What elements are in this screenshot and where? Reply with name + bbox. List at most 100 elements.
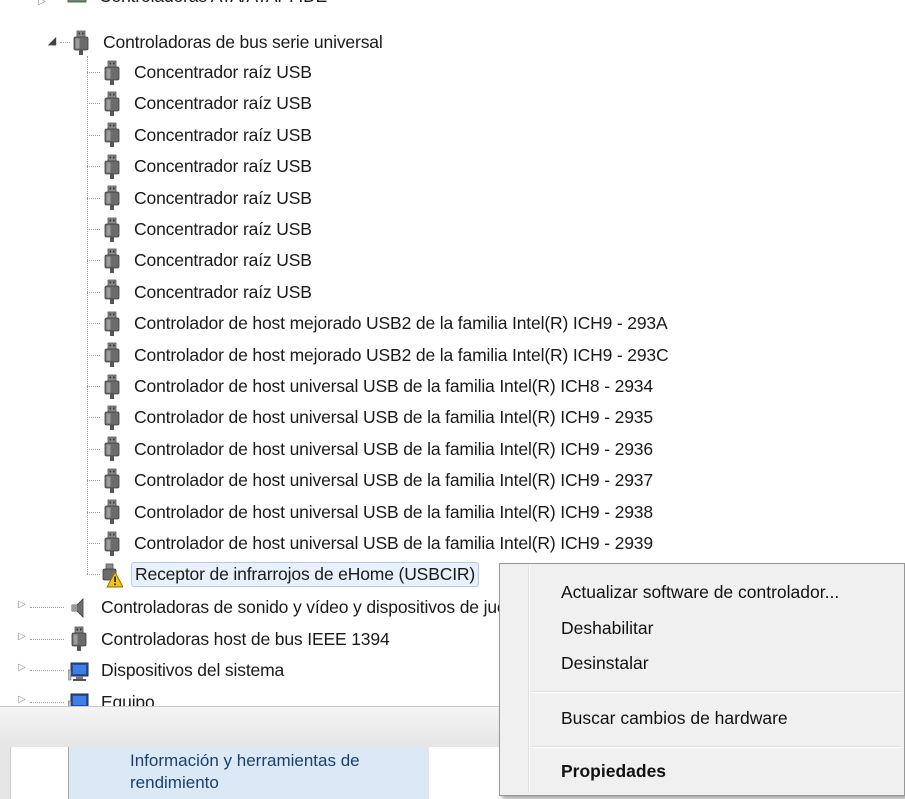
tree-connector	[87, 355, 100, 356]
tree-device-ehome-ir[interactable]: Receptor de infrarrojos de eHome (USBCIR…	[101, 559, 480, 590]
tree-connector	[87, 480, 100, 481]
tree-device-usb[interactable]: Controlador de host universal USB de la …	[101, 434, 656, 465]
tree-connector	[87, 166, 100, 167]
tree-device-usb[interactable]: Concentrador raíz USB	[101, 245, 315, 276]
usb-plug-icon	[101, 248, 123, 274]
tree-device-usb-label: Controlador de host universal USB de la …	[134, 470, 653, 491]
tree-connector	[87, 198, 100, 199]
tree-connector	[87, 417, 100, 418]
collapse-toggle-usb[interactable]: ◢	[46, 34, 58, 47]
tree-category[interactable]: Dispositivos del sistema	[67, 655, 287, 686]
tree-device-usb-label: Controlador de host universal USB de la …	[134, 438, 653, 459]
tree-connector	[87, 56, 88, 575]
usb-plug-icon	[101, 436, 123, 462]
panel-left-strip	[0, 747, 11, 799]
usb-plug-icon	[101, 91, 123, 117]
tree-connector	[87, 386, 100, 387]
tree-connector	[60, 42, 70, 43]
tree-device-usb-label: Concentrador raíz USB	[134, 250, 312, 271]
tree-category-label: Controladoras host de bus IEEE 1394	[101, 628, 390, 649]
tree-device-usb[interactable]: Controlador de host universal USB de la …	[101, 497, 656, 528]
tree-connector	[87, 135, 100, 136]
tree-device-usb[interactable]: Controlador de host mejorado USB2 de la …	[101, 308, 671, 339]
tree-device-usb[interactable]: Controlador de host universal USB de la …	[101, 465, 656, 496]
tree-device-ehome-ir-label: Receptor de infrarrojos de eHome (USBCIR…	[131, 562, 480, 588]
tree-category-usb-label: Controladoras de bus serie universal	[103, 32, 383, 52]
usb-plug-icon	[101, 279, 123, 305]
usb-plug-icon	[101, 374, 123, 400]
tree-category[interactable]: Controladoras de sonido y vídeo y dispos…	[68, 592, 529, 623]
tree-device-usb[interactable]: Concentrador raíz USB	[101, 277, 315, 308]
menu-separator	[531, 746, 901, 748]
tree-connector	[87, 103, 100, 104]
usb-plug-icon	[101, 405, 123, 431]
tree-device-usb-label: Concentrador raíz USB	[134, 219, 312, 239]
tree-category-label: Controladoras de sonido y vídeo y dispos…	[101, 597, 526, 618]
menu-item-scan-hardware[interactable]: Buscar cambios de hardware	[561, 708, 788, 729]
tree-device-usb-label: Controlador de host mejorado USB2 de la …	[134, 344, 669, 365]
speaker-icon	[68, 595, 90, 621]
usb-plug-icon	[68, 626, 90, 652]
usb-plug-icon	[101, 311, 123, 337]
expand-toggle-category[interactable]: ▷	[16, 599, 28, 610]
tree-connector	[87, 543, 100, 544]
tree-device-usb-label: Concentrador raíz USB	[134, 281, 312, 302]
tree-device-usb-label: Concentrador raíz USB	[134, 62, 312, 82]
usb-plug-icon	[101, 342, 123, 368]
menu-item-uninstall[interactable]: Desinstalar	[561, 653, 649, 674]
expand-toggle-category[interactable]: ▷	[16, 662, 28, 673]
tree-connector	[30, 670, 64, 671]
tree-connector	[30, 607, 64, 608]
tree-connector	[30, 639, 64, 640]
usb-plug-icon	[101, 154, 123, 180]
tree-device-usb[interactable]: Controlador de host universal USB de la …	[101, 402, 656, 433]
tree-connector	[87, 449, 100, 450]
expand-toggle-ata[interactable]: ▷	[36, 0, 48, 7]
tree-connector	[87, 260, 100, 261]
menu-item-update-driver[interactable]: Actualizar software de controlador...	[561, 582, 839, 603]
tree-device-usb-label: Concentrador raíz USB	[134, 156, 312, 177]
tree-category-ata-label: Controladoras ATA/ATAPI IDE	[96, 0, 330, 9]
tree-device-usb-label: Concentrador raíz USB	[134, 124, 312, 145]
expand-toggle-category[interactable]: ▷	[16, 631, 28, 642]
performance-info-link[interactable]: Información y herramientas de rendimient…	[130, 750, 420, 794]
usb-plug-icon	[101, 122, 123, 148]
tree-device-usb[interactable]: Concentrador raíz USB	[101, 183, 315, 214]
tree-connector	[87, 512, 100, 513]
tree-connector	[87, 292, 100, 293]
tree-connector	[87, 323, 100, 324]
tree-connector	[87, 574, 100, 575]
tree-connector	[87, 229, 100, 230]
tree-device-usb-label: Controlador de host universal USB de la …	[134, 376, 653, 396]
menu-separator	[531, 691, 901, 693]
tree-category-label: Dispositivos del sistema	[101, 660, 285, 681]
tree-device-usb[interactable]: Controlador de host mejorado USB2 de la …	[101, 340, 672, 371]
tree-device-usb[interactable]: Concentrador raíz USB	[101, 57, 315, 88]
usb-plug-icon	[70, 30, 92, 56]
expand-toggle-category[interactable]: ▷	[16, 694, 28, 705]
menu-item-disable[interactable]: Deshabilitar	[561, 618, 653, 639]
tree-category[interactable]: Controladoras host de bus IEEE 1394	[68, 624, 393, 655]
usb-warning-icon	[101, 562, 124, 588]
tree-connector	[87, 72, 100, 73]
tree-category-usb[interactable]: Controladoras de bus serie universal	[70, 27, 386, 58]
ata-controller-icon	[66, 0, 88, 10]
menu-item-properties[interactable]: Propiedades	[561, 761, 666, 782]
tree-device-usb[interactable]: Controlador de host universal USB de la …	[101, 371, 656, 402]
tree-device-usb[interactable]: Controlador de host universal USB de la …	[101, 528, 656, 559]
tree-device-usb[interactable]: Concentrador raíz USB	[101, 120, 315, 151]
tree-category-ata[interactable]: Controladoras ATA/ATAPI IDE	[66, 0, 330, 12]
tree-device-usb[interactable]: Concentrador raíz USB	[101, 151, 315, 182]
tree-device-usb-label: Controlador de host universal USB de la …	[134, 533, 653, 553]
usb-plug-icon	[101, 531, 123, 557]
tree-device-usb-label: Controlador de host mejorado USB2 de la …	[134, 313, 668, 334]
usb-plug-icon	[101, 217, 123, 243]
tree-device-usb[interactable]: Concentrador raíz USB	[101, 214, 315, 245]
tree-device-usb[interactable]: Concentrador raíz USB	[101, 88, 315, 119]
tree-connector	[30, 702, 64, 703]
context-menu: Actualizar software de controlador... De…	[499, 563, 905, 796]
usb-plug-icon	[101, 468, 123, 494]
tree-device-usb-label: Concentrador raíz USB	[134, 93, 312, 114]
usb-plug-icon	[101, 60, 123, 86]
menu-icon-gutter	[528, 566, 530, 793]
